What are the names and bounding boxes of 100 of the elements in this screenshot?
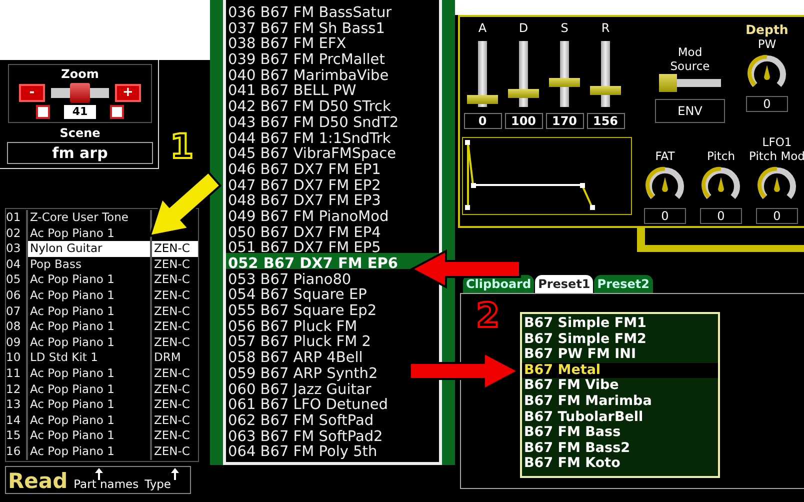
part-number: 01 (6, 210, 28, 226)
preset-item[interactable]: 037 B67 FM Sh Bass1 (228, 22, 385, 38)
slider-value: 170 (546, 113, 584, 129)
slider-thumb[interactable] (508, 89, 539, 98)
part-type[interactable]: DRM (152, 350, 198, 366)
part-type[interactable]: ZEN-C (152, 288, 198, 304)
preset-item[interactable]: 036 B67 FM BassSatur (228, 6, 392, 22)
preset-item[interactable]: 056 B67 Pluck FM (228, 320, 358, 336)
tone-item[interactable]: B67 FM Vibe (522, 378, 718, 394)
part-name[interactable]: Ac Pop Piano 1 (28, 397, 152, 413)
preset-item[interactable]: 061 B67 LFO Detuned (228, 398, 388, 414)
preset-item[interactable]: 059 B67 ARP Synth2 (228, 366, 378, 382)
part-name[interactable]: Ac Pop Piano 1 (28, 444, 152, 460)
part-number: 09 (6, 334, 28, 350)
preset-item[interactable]: 064 B67 FM Poly 5th (228, 445, 378, 461)
part-name[interactable]: Ac Pop Piano 1 (28, 366, 152, 382)
part-type[interactable]: ZEN-C (152, 397, 198, 413)
part-type[interactable]: ZEN-C (152, 256, 198, 272)
zoom-slider-thumb[interactable] (70, 83, 90, 103)
knob-value: 0 (644, 208, 686, 224)
part-name[interactable]: Ac Pop Piano 1 (28, 382, 152, 398)
part-type[interactable]: ZEN-C (152, 444, 198, 460)
part-number: 15 (6, 428, 28, 444)
preset-item[interactable]: 038 B67 FM EFX (228, 37, 346, 54)
tone-item[interactable]: B67 FM Koto (522, 456, 718, 472)
zoom-in-button[interactable]: + (115, 84, 141, 102)
part-name[interactable]: Ac Pop Piano 1 (28, 412, 152, 428)
preset-item[interactable]: 041 B67 BELL PW (228, 84, 356, 100)
preset-item[interactable]: 048 B67 DX7 FM EP3 (228, 194, 381, 210)
vertical-slider[interactable] (508, 41, 539, 107)
tone-item[interactable]: B67 FM Bass2 (522, 440, 718, 456)
slider-thumb[interactable] (467, 94, 498, 104)
preset-item[interactable]: 052 B67 DX7 FM EP6 (228, 257, 398, 273)
mod-source-value: ENV (655, 99, 725, 123)
part-name[interactable]: Ac Pop Piano 1 (28, 272, 152, 288)
part-name[interactable]: Ac Pop Piano 1 (28, 304, 152, 320)
preset-item[interactable]: 062 B67 FM SoftPad (228, 414, 374, 430)
part-type[interactable]: ZEN-C (152, 304, 198, 320)
tone-item[interactable]: B67 FM Bass (522, 425, 718, 441)
part-name[interactable]: Ac Pop Piano 1 (28, 319, 152, 335)
slider-label: D (518, 21, 528, 35)
part-number: 13 (6, 397, 28, 413)
slider-thumb[interactable] (590, 86, 621, 96)
tab[interactable]: Preset1 (535, 275, 594, 293)
part-type[interactable]: ZEN-C (152, 241, 198, 257)
preset-item[interactable]: 046 B67 DX7 FM EP1 (228, 162, 381, 179)
preset-item[interactable]: 054 B67 Square EP (228, 288, 367, 304)
preset-item[interactable]: 060 B67 Jazz Guitar (228, 382, 372, 398)
step-number: 2 (476, 297, 500, 335)
part-type[interactable]: ZEN-C (152, 382, 198, 398)
mod-source-slider[interactable] (659, 74, 721, 92)
preset-item[interactable]: 044 B67 FM 1:1SndTrk (228, 132, 391, 148)
part-name[interactable]: Pop Bass (28, 256, 152, 272)
vertical-slider[interactable] (467, 41, 498, 107)
preset-item[interactable]: 040 B67 MarimbaVibe (228, 68, 389, 84)
preset-item[interactable]: 042 B67 FM D50 STrck (228, 100, 391, 116)
tab[interactable]: Preset2 (594, 275, 652, 293)
preset-item[interactable]: 043 B67 FM D50 SndT2 (228, 116, 399, 132)
part-number: 07 (6, 304, 28, 320)
tone-item[interactable]: B67 Metal (522, 362, 718, 378)
preset-item[interactable]: 053 B67 Piano80 (228, 272, 352, 288)
preset-item[interactable]: 039 B67 FM PrcMallet (228, 53, 385, 69)
slider-thumb[interactable] (549, 78, 580, 87)
tone-item[interactable]: B67 TubolarBell (522, 410, 718, 426)
preset-item[interactable]: 058 B67 ARP 4Bell (228, 351, 363, 367)
scene-name-field[interactable]: fm arp (7, 142, 153, 164)
knob-label: Pitch (707, 149, 735, 163)
tone-item[interactable]: B67 PW FM INI (522, 347, 718, 363)
checkbox[interactable] (110, 105, 124, 119)
preset-item[interactable]: 051 B67 DX7 FM EP5 (228, 241, 381, 257)
zoom-out-button[interactable]: - (19, 84, 45, 102)
tone-item[interactable]: B67 Simple FM1 (522, 316, 718, 332)
part-name[interactable]: Ac Pop Piano 1 (28, 288, 152, 304)
preset-item[interactable]: 063 B67 FM SoftPad2 (228, 430, 383, 446)
preset-item[interactable]: 055 B67 Square Ep2 (228, 304, 377, 320)
preset-item[interactable]: 049 B67 FM PianoMod (228, 210, 389, 226)
part-type[interactable]: ZEN-C (152, 334, 198, 350)
slider-value: 0 (464, 113, 502, 129)
part-type[interactable]: ZEN-C (152, 412, 198, 428)
part-name[interactable]: Ac Pop Piano 1 (28, 334, 152, 350)
preset-item[interactable]: 045 B67 VibraFMSpace (228, 147, 396, 163)
tone-item[interactable]: B67 FM Marimba (522, 394, 718, 410)
part-name[interactable]: Nylon Guitar (28, 241, 152, 257)
tone-item[interactable]: B67 Simple FM2 (522, 332, 718, 348)
vertical-slider[interactable] (549, 41, 580, 107)
part-type[interactable]: ZEN-C (152, 428, 198, 444)
part-type[interactable]: ZEN-C (152, 366, 198, 382)
vertical-slider[interactable] (590, 41, 621, 107)
preset-item[interactable]: 050 B67 DX7 FM EP4 (228, 226, 381, 242)
preset-item[interactable]: 047 B67 DX7 FM EP2 (228, 178, 381, 194)
checkbox[interactable] (36, 105, 50, 119)
part-name[interactable]: Ac Pop Piano 1 (28, 428, 152, 444)
part-type[interactable]: ZEN-C (152, 319, 198, 335)
slider-thumb[interactable] (659, 74, 677, 92)
slider-value: 100 (504, 113, 542, 129)
part-type[interactable]: ZEN-C (152, 272, 198, 288)
part-name[interactable]: LD Std Kit 1 (28, 350, 152, 366)
zoom-slider[interactable] (51, 83, 109, 103)
read-button[interactable]: Read Part names Type (5, 466, 191, 494)
preset-item[interactable]: 057 B67 Pluck FM 2 (228, 335, 371, 352)
